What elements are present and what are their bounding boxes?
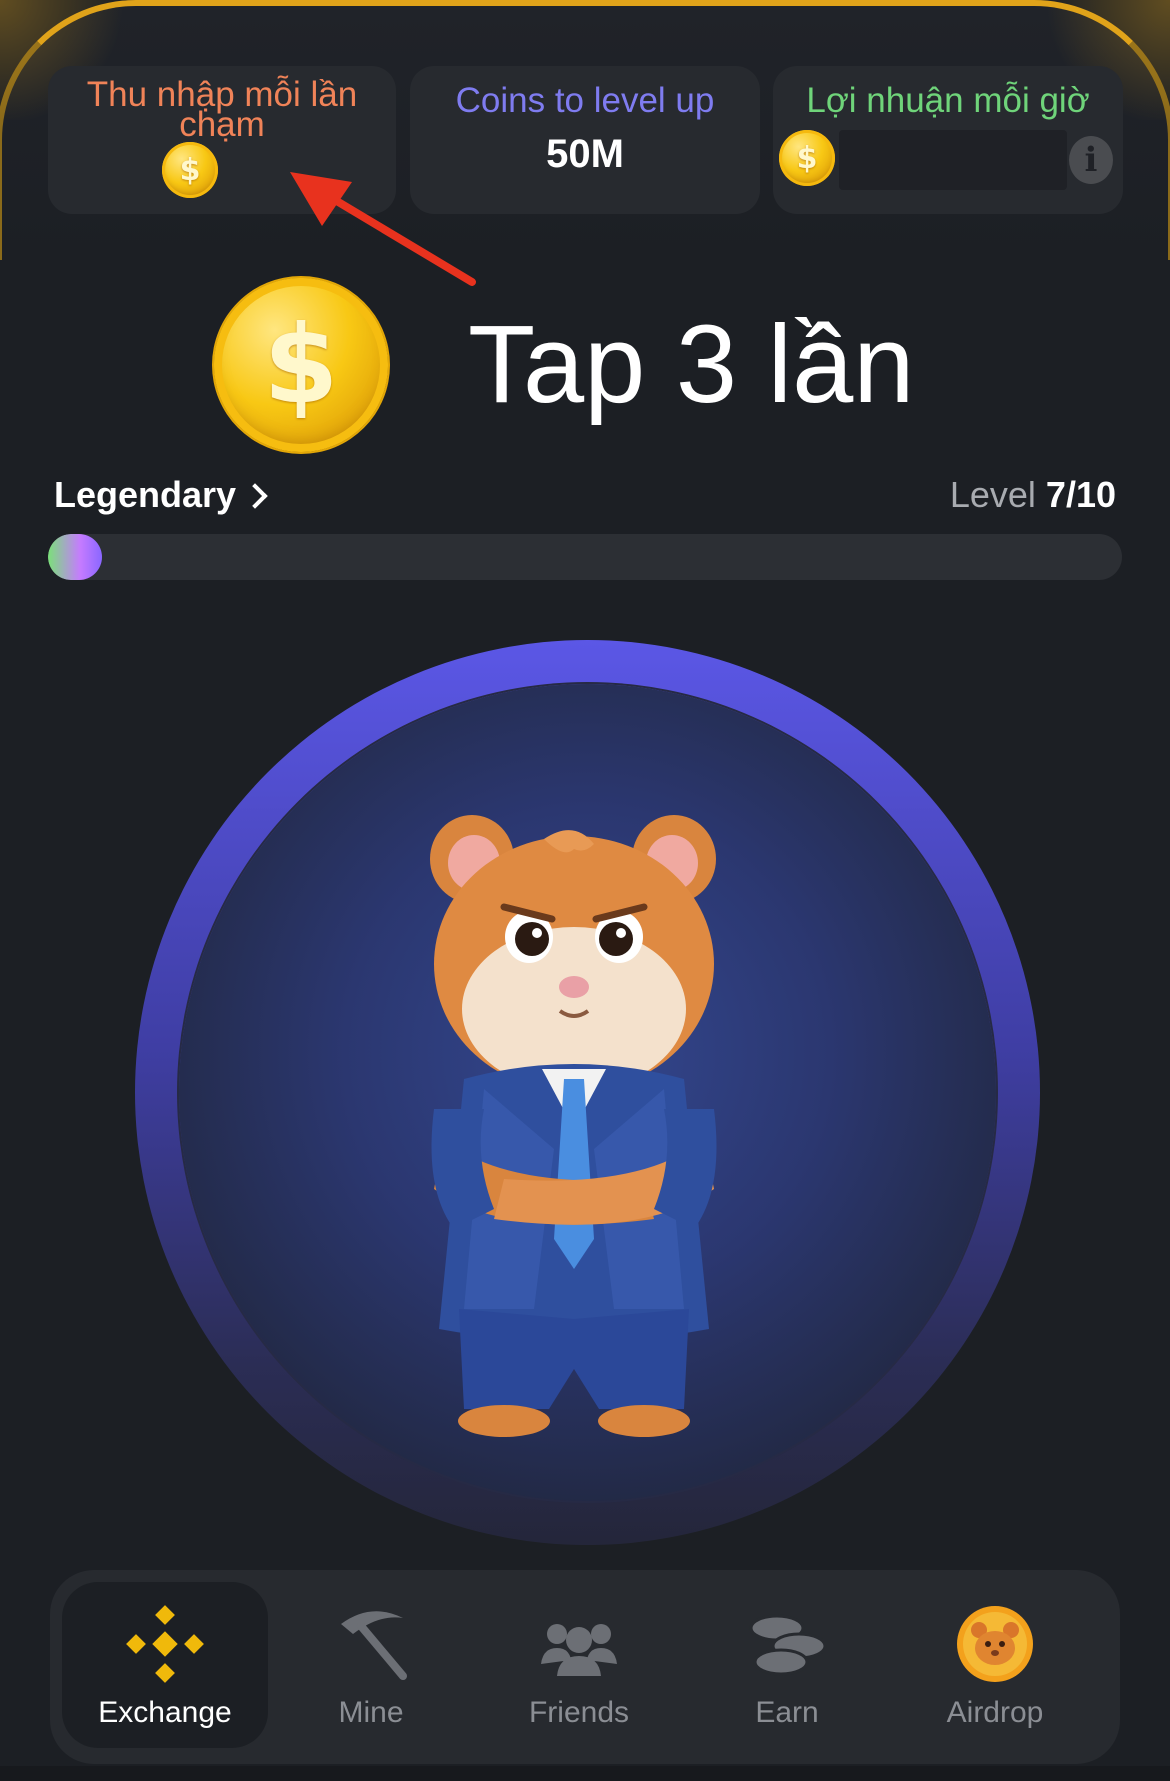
level-progress-fill [48,534,102,580]
tap-instruction-text: Tap 3 lần [468,303,915,426]
nav-item-exchange[interactable]: Exchange [62,1582,268,1748]
nav-label-exchange: Exchange [98,1696,232,1729]
bottom-nav: Exchange Mine Friends Earn Airdrop [50,1570,1120,1764]
nav-item-mine[interactable]: Mine [268,1582,474,1748]
level-prefix: Level [949,474,1036,515]
nav-label-airdrop: Airdrop [946,1696,1044,1729]
earn-per-tap-label: Thu nhập mỗi lần chạm [86,75,358,144]
league-link[interactable]: Legendary [54,474,268,516]
coin-icon: $ [162,142,218,198]
nav-item-friends[interactable]: Friends [476,1582,682,1748]
profit-per-hour-value-redacted [839,130,1067,190]
tap-button-inner [179,684,996,1501]
big-coin-icon: $ [214,278,388,452]
app-screen: Thu nhập mỗi lần chạm $ Coins to level u… [0,0,1170,1781]
hamster-character [430,815,717,1437]
earn-per-tap-card[interactable]: Thu nhập mỗi lần chạm $ [48,66,396,214]
nav-label-friends: Friends [528,1696,630,1729]
friends-icon [541,1624,617,1676]
hamster-coin-icon [957,1606,1033,1682]
nav-item-airdrop[interactable]: Airdrop [892,1582,1098,1748]
coins-to-level-label: Coins to level up [455,81,715,120]
profit-per-hour-card: Lợi nhuận mỗi giờ $ i [773,66,1123,214]
level-indicator: Level 7/10 [950,474,1116,516]
coins-to-level-value: 50M [546,132,624,176]
exchange-icon [126,1605,204,1683]
coin-icon: $ [779,130,835,186]
profit-per-hour-label: Lợi nhuận mỗi giờ [806,81,1090,120]
level-value: 7/10 [1045,474,1116,515]
info-icon[interactable]: i [1069,136,1113,184]
bottom-strip [0,1766,1170,1781]
nav-label-mine: Mine [338,1696,404,1729]
league-name: Legendary [54,474,237,515]
pickaxe-icon [341,1611,407,1680]
coins-to-level-card: Coins to level up 50M [410,66,760,214]
level-progress-bar [48,534,1122,580]
chevron-right-icon [242,483,268,509]
nav-label-earn: Earn [755,1696,819,1729]
nav-item-earn[interactable]: Earn [684,1582,890,1748]
coins-stack-icon [749,1614,827,1676]
tap-button[interactable] [135,640,1040,1545]
